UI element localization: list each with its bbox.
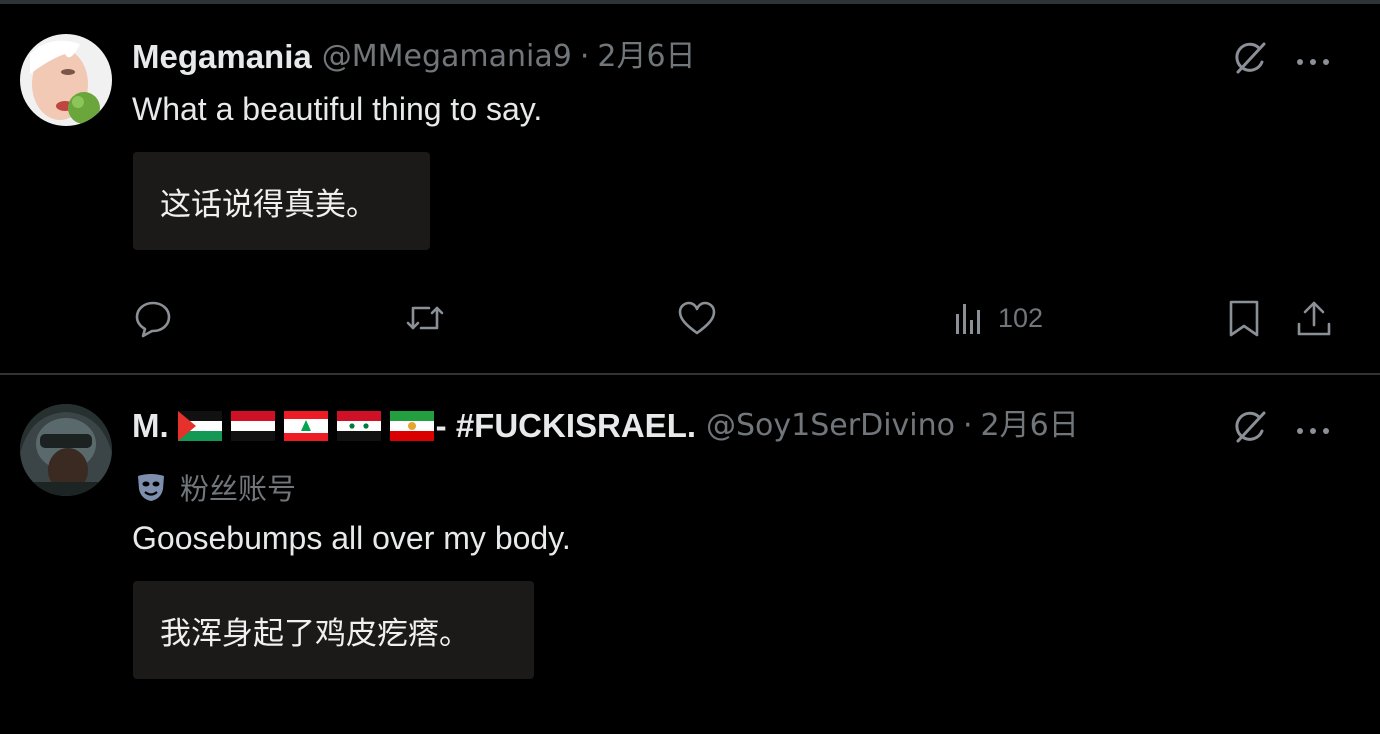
- display-name-suffix[interactable]: - #FUCKISRAEL.: [436, 406, 696, 446]
- views-button[interactable]: 102: [950, 298, 1043, 338]
- retweet-icon: [406, 306, 444, 330]
- separator: ·: [579, 39, 590, 74]
- more-icon[interactable]: [1296, 421, 1330, 434]
- translation-text: 这话说得真美。: [160, 186, 377, 223]
- tweet[interactable]: Megamania @MMegamania9 · 2月6日 What a bea…: [0, 0, 1380, 374]
- grok-icon[interactable]: [1230, 407, 1270, 447]
- tweet-text: Goosebumps all over my body.: [132, 520, 571, 556]
- tweet-header: Megamania @MMegamania9 · 2月6日: [132, 37, 696, 77]
- syria-flag-icon: [336, 411, 381, 441]
- tweet-text: What a beautiful thing to say.: [132, 91, 543, 127]
- share-icon: [1297, 301, 1331, 336]
- grok-icon[interactable]: [1230, 38, 1270, 78]
- tweet[interactable]: M. - #FUCKISRAEL. @Soy1SerDivino · 2月6日 …: [0, 375, 1380, 734]
- handle[interactable]: @Soy1SerDivino: [706, 406, 955, 446]
- timestamp[interactable]: 2月6日: [981, 406, 1079, 446]
- avatar[interactable]: [20, 34, 112, 126]
- like-button[interactable]: [677, 298, 717, 338]
- retweet-button[interactable]: [405, 298, 445, 338]
- fan-account-label: 粉丝账号: [180, 472, 297, 506]
- handle[interactable]: @MMegamania9: [322, 37, 572, 77]
- view-count: 102: [998, 302, 1044, 333]
- reply-button[interactable]: [133, 298, 173, 338]
- reply-icon: [135, 301, 171, 338]
- bookmark-button[interactable]: [1224, 298, 1264, 338]
- translation-box: 这话说得真美。: [133, 152, 430, 250]
- action-bar: 102: [0, 298, 1380, 348]
- display-name[interactable]: M.: [132, 406, 169, 446]
- like-icon: [678, 301, 716, 335]
- iran-flag-icon: [389, 411, 434, 441]
- fan-account-badge: 粉丝账号: [136, 466, 296, 508]
- avatar[interactable]: [20, 404, 112, 496]
- display-name[interactable]: Megamania: [132, 37, 312, 77]
- tweet-header: M. - #FUCKISRAEL. @Soy1SerDivino · 2月6日: [132, 406, 1079, 446]
- views-icon: [956, 304, 980, 334]
- more-icon[interactable]: [1296, 52, 1330, 65]
- translation-box: 我浑身起了鸡皮疙瘩。: [133, 581, 534, 679]
- bookmark-icon: [1229, 300, 1259, 337]
- palestine-flag-icon: [177, 411, 222, 441]
- share-button[interactable]: [1294, 298, 1334, 338]
- separator: ·: [962, 408, 973, 443]
- mask-icon: [138, 474, 164, 501]
- yemen-flag-icon: [230, 411, 275, 441]
- timestamp[interactable]: 2月6日: [597, 37, 695, 77]
- translation-text: 我浑身起了鸡皮疙瘩。: [160, 615, 470, 652]
- lebanon-flag-icon: [283, 411, 328, 441]
